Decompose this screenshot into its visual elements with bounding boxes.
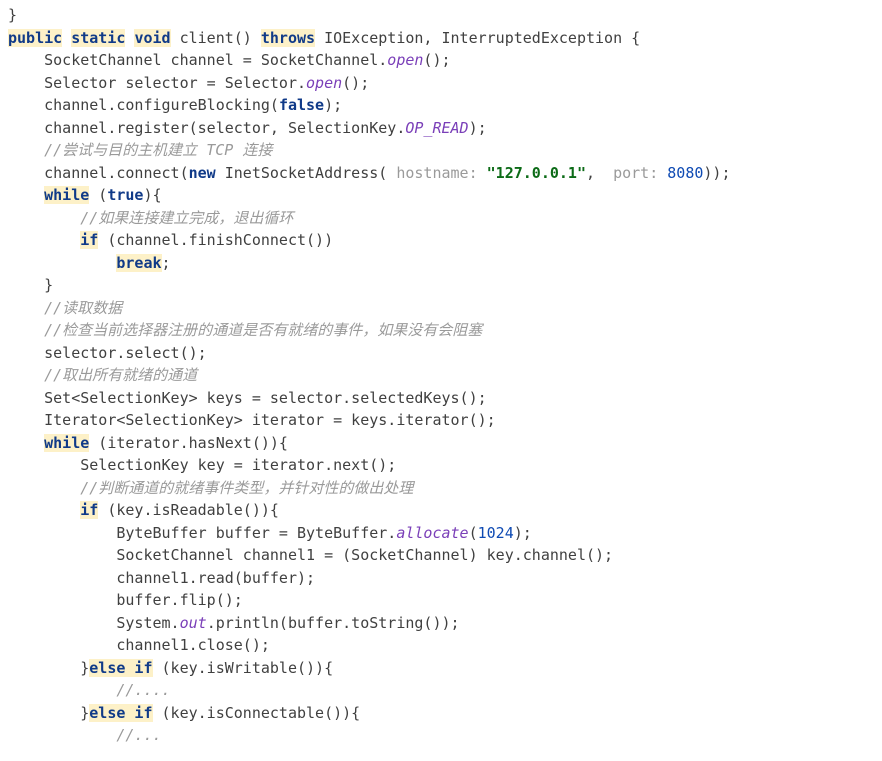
code-line: //如果连接建立完成，退出循环 bbox=[8, 209, 293, 227]
code-content: } public static void client() throws IOE… bbox=[8, 6, 731, 744]
token-com: //尝试与目的主机建立 TCP 连接 bbox=[44, 141, 272, 159]
token-khl: public bbox=[8, 29, 62, 47]
token-n: 1024 bbox=[478, 524, 514, 542]
token-khl: break bbox=[116, 254, 161, 272]
token-khl: static bbox=[71, 29, 125, 47]
token-com: //如果连接建立完成，退出循环 bbox=[80, 209, 293, 227]
code-line: //检查当前选择器注册的通道是否有就绪的事件，如果没有会阻塞 bbox=[8, 321, 482, 339]
token-khl: while bbox=[44, 434, 89, 452]
code-line: //... bbox=[8, 726, 162, 744]
code-line: Set<SelectionKey> keys = selector.select… bbox=[8, 389, 487, 407]
code-line: //.... bbox=[8, 681, 171, 699]
code-line: //尝试与目的主机建立 TCP 连接 bbox=[8, 141, 272, 159]
token-com: //... bbox=[116, 726, 161, 744]
code-line: while (iterator.hasNext()){ bbox=[8, 434, 288, 452]
token-k: true bbox=[107, 186, 143, 204]
code-line: //判断通道的就绪事件类型，并针对性的做出处理 bbox=[8, 479, 413, 497]
token-com: //读取数据 bbox=[44, 299, 122, 317]
code-line: selector.select(); bbox=[8, 344, 207, 362]
code-line: //取出所有就绪的通道 bbox=[8, 366, 197, 384]
token-n: 8080 bbox=[667, 164, 703, 182]
code-editor[interactable]: } public static void client() throws IOE… bbox=[0, 0, 882, 755]
code-line: SocketChannel channel = SocketChannel.op… bbox=[8, 51, 451, 69]
code-line: if (channel.finishConnect()) bbox=[8, 231, 333, 249]
token-com: //取出所有就绪的通道 bbox=[44, 366, 197, 384]
code-line: }else if (key.isConnectable()){ bbox=[8, 704, 360, 722]
token-c: out bbox=[180, 614, 207, 632]
token-fi: open bbox=[387, 51, 423, 69]
token-com: //判断通道的就绪事件类型，并针对性的做出处理 bbox=[80, 479, 413, 497]
token-k: false bbox=[279, 96, 324, 114]
code-line: channel.register(selector, SelectionKey.… bbox=[8, 119, 487, 137]
code-line: Iterator<SelectionKey> iterator = keys.i… bbox=[8, 411, 496, 429]
token-c: OP_READ bbox=[405, 119, 468, 137]
token-k: new bbox=[189, 164, 216, 182]
token-khl: if bbox=[80, 501, 98, 519]
token-com: //检查当前选择器注册的通道是否有就绪的事件，如果没有会阻塞 bbox=[44, 321, 482, 339]
token-com: //.... bbox=[116, 681, 170, 699]
code-line: SocketChannel channel1 = (SocketChannel)… bbox=[8, 546, 613, 564]
token-khl: throws bbox=[261, 29, 315, 47]
code-line: ByteBuffer buffer = ByteBuffer.allocate(… bbox=[8, 524, 532, 542]
code-line: break; bbox=[8, 254, 171, 272]
token-param: hostname: bbox=[396, 164, 477, 182]
token-fi: open bbox=[306, 74, 342, 92]
token-fi: allocate bbox=[396, 524, 468, 542]
code-line: //读取数据 bbox=[8, 299, 122, 317]
code-line: buffer.flip(); bbox=[8, 591, 243, 609]
token-khl: else if bbox=[89, 704, 152, 722]
token-khl: while bbox=[44, 186, 89, 204]
token-param: port: bbox=[613, 164, 658, 182]
code-line: if (key.isReadable()){ bbox=[8, 501, 279, 519]
code-line: } bbox=[8, 6, 17, 24]
code-line: public static void client() throws IOExc… bbox=[8, 29, 640, 47]
code-line: Selector selector = Selector.open(); bbox=[8, 74, 369, 92]
code-line: }else if (key.isWritable()){ bbox=[8, 659, 333, 677]
code-line: channel.connect(new InetSocketAddress( h… bbox=[8, 164, 731, 182]
token-khl: void bbox=[134, 29, 170, 47]
code-line: SelectionKey key = iterator.next(); bbox=[8, 456, 396, 474]
code-line: channel1.close(); bbox=[8, 636, 270, 654]
code-line: channel.configureBlocking(false); bbox=[8, 96, 342, 114]
code-line: channel1.read(buffer); bbox=[8, 569, 315, 587]
code-line: while (true){ bbox=[8, 186, 162, 204]
token-khl: else if bbox=[89, 659, 152, 677]
code-line: System.out.println(buffer.toString()); bbox=[8, 614, 460, 632]
token-s: "127.0.0.1" bbox=[487, 164, 586, 182]
token-khl: if bbox=[80, 231, 98, 249]
code-line: } bbox=[8, 276, 53, 294]
